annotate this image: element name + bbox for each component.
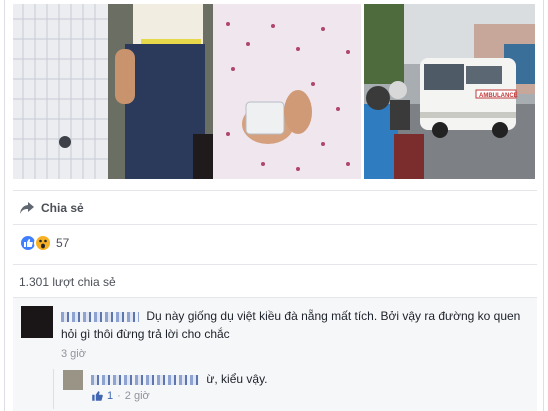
post-card: AMBULANCE Chia sẻ 57 1.301 lượt chia sẻ … bbox=[4, 0, 544, 411]
divider bbox=[13, 224, 537, 225]
comments-section: Dụ này giống dụ việt kiều đà nẵng mất tí… bbox=[13, 297, 537, 411]
photo-hands-money bbox=[13, 4, 361, 179]
share-label: Chia sẻ bbox=[41, 201, 84, 215]
photo-right[interactable]: AMBULANCE bbox=[364, 4, 535, 179]
comment-time[interactable]: 3 giờ bbox=[61, 348, 86, 360]
like-icon bbox=[92, 391, 103, 401]
photo-grid: AMBULANCE bbox=[13, 4, 535, 179]
reply-thread-line bbox=[53, 369, 54, 409]
separator: · bbox=[117, 390, 121, 402]
share-arrow-icon bbox=[20, 202, 34, 214]
divider bbox=[13, 264, 537, 265]
share-action[interactable]: Chia sẻ bbox=[19, 198, 84, 218]
avatar[interactable] bbox=[63, 370, 83, 390]
reply-meta: 1 · 2 giờ bbox=[91, 390, 150, 402]
reaction-count: 57 bbox=[56, 236, 70, 250]
reactions-summary[interactable]: 57 bbox=[19, 232, 69, 254]
reply-body: ừ, kiểu vậy. bbox=[91, 371, 268, 387]
reply-time[interactable]: 2 giờ bbox=[125, 390, 150, 402]
blurred-author-name[interactable] bbox=[91, 374, 199, 385]
ambulance-text: AMBULANCE bbox=[479, 93, 518, 99]
divider bbox=[13, 190, 537, 191]
photo-street-ambulance: AMBULANCE bbox=[364, 4, 535, 179]
photo-left[interactable] bbox=[13, 4, 361, 179]
shares-count[interactable]: 1.301 lượt chia sẻ bbox=[19, 275, 116, 289]
comment-body: Dụ này giống dụ việt kiều đà nẵng mất tí… bbox=[61, 307, 521, 343]
wow-icon bbox=[34, 234, 52, 252]
blurred-author-name[interactable] bbox=[61, 311, 139, 322]
reply-text: ừ, kiểu vậy. bbox=[206, 372, 268, 386]
reply-like-count[interactable]: 1 bbox=[107, 390, 113, 402]
avatar[interactable] bbox=[21, 306, 53, 338]
